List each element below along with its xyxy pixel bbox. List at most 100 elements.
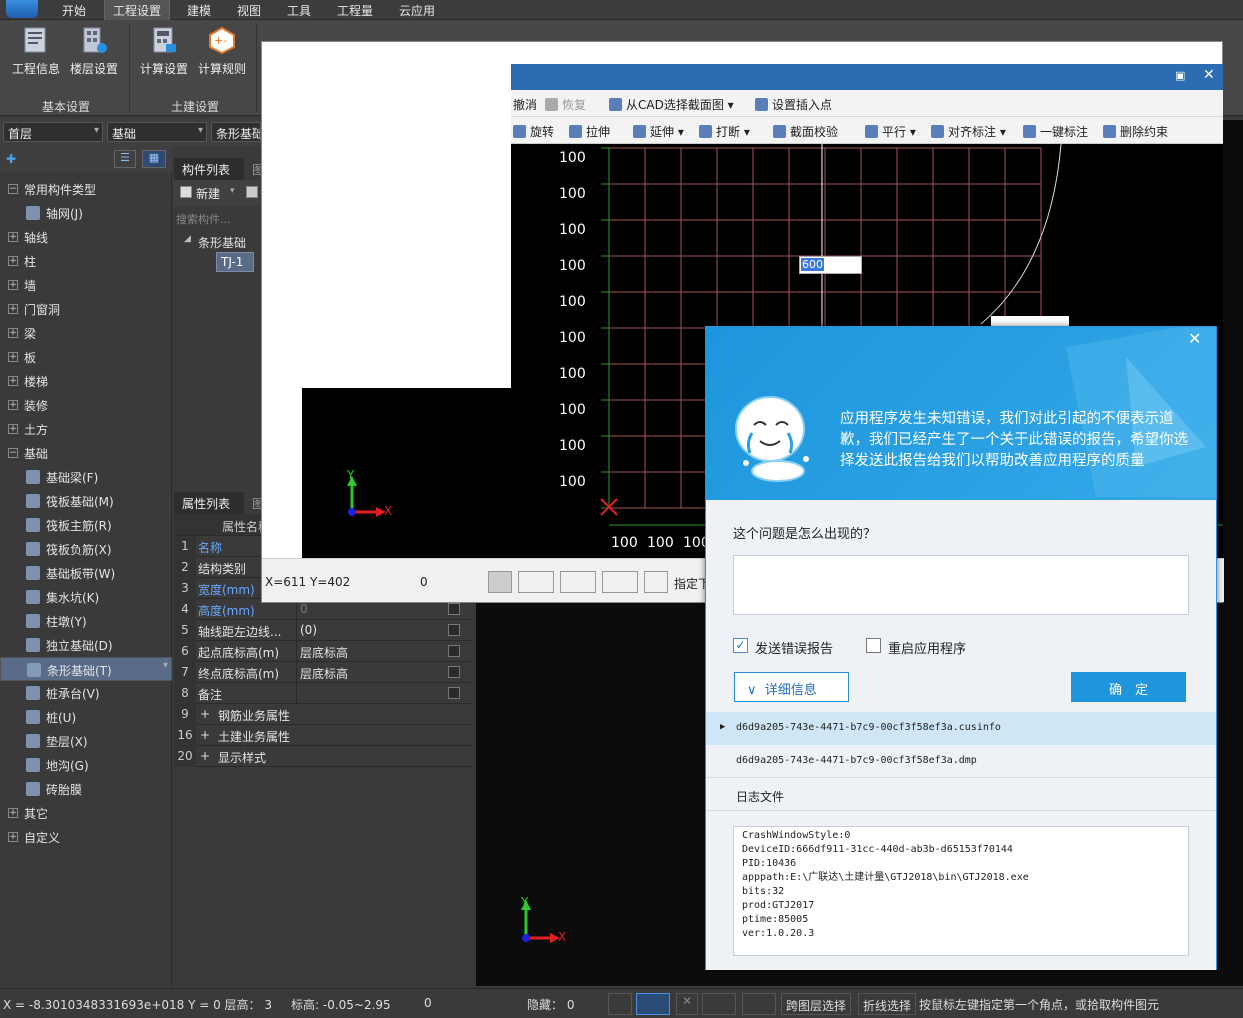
file-row-cusinfo[interactable]: ▶ d6d9a205-743e-4471-b7c9-00cf3f58ef3a.c… (706, 712, 1216, 745)
collapse-icon[interactable]: − (8, 184, 18, 194)
polyline-select-button[interactable]: 折线选择 (858, 993, 917, 1015)
tree-item[interactable]: 基础板带(W) (0, 561, 172, 585)
property-checkbox[interactable] (448, 645, 460, 657)
snap-icon[interactable] (636, 993, 670, 1015)
tree-item[interactable]: 桩(U) (0, 705, 172, 729)
property-checkbox[interactable] (448, 687, 460, 699)
menu-quantity[interactable]: 工程量 (337, 2, 373, 19)
ortho-toggle-icon[interactable] (488, 571, 512, 593)
tree-item[interactable]: − 基础 (0, 441, 172, 465)
tree-item[interactable]: + 装修 (0, 393, 172, 417)
offset-icon[interactable] (742, 993, 776, 1015)
tree-item[interactable]: 轴网(J) (0, 201, 172, 225)
app-logo-icon[interactable] (6, 0, 38, 18)
grid-view-icon[interactable]: ▦ (142, 150, 166, 168)
list-view-icon[interactable]: ☰ (114, 150, 136, 168)
calc-settings-button[interactable]: 计算设置 (136, 26, 192, 77)
property-row[interactable]: 8 备注 (174, 683, 472, 704)
ok-button[interactable]: 确 定 (1071, 672, 1186, 702)
select-cad-section-button[interactable]: 从CAD选择截面图 ▾ (609, 96, 734, 113)
expand-icon[interactable]: + (200, 707, 210, 721)
category-select[interactable]: 基础 (107, 122, 207, 142)
snap-toggle-icon[interactable] (518, 571, 554, 593)
cross-layer-select-button[interactable]: 跨图层选择 (781, 993, 852, 1015)
tree-item[interactable]: 条形基础(T) (0, 657, 172, 681)
expand-icon[interactable]: + (200, 749, 210, 763)
expand-icon[interactable]: + (200, 728, 210, 742)
property-list-tab[interactable]: 属性列表 (174, 492, 244, 514)
new-button[interactable]: 新建 (196, 185, 220, 202)
expand-icon[interactable]: + (8, 808, 18, 818)
tree-item[interactable]: + 楼梯 (0, 369, 172, 393)
project-info-button[interactable]: 工程信息 (8, 26, 64, 77)
tree-item[interactable]: + 土方 (0, 417, 172, 441)
restart-checkbox[interactable] (866, 638, 881, 653)
delete-icon[interactable] (246, 186, 258, 198)
property-checkbox[interactable] (448, 603, 460, 615)
property-value[interactable]: (0) (300, 623, 317, 637)
description-input[interactable] (733, 555, 1189, 615)
pin-icon[interactable]: ✚ (6, 152, 16, 166)
component-group[interactable]: 条形基础 (198, 234, 246, 251)
angle-icon[interactable] (702, 993, 736, 1015)
expand-icon[interactable]: + (8, 352, 18, 362)
floor-select[interactable]: 首层 (3, 122, 103, 142)
tree-item[interactable]: 地沟(G) (0, 753, 172, 777)
expand-icon[interactable]: + (8, 400, 18, 410)
stretch-button[interactable]: 拉伸 (569, 123, 610, 140)
close-icon[interactable]: ✕ (1203, 67, 1215, 83)
property-row[interactable]: 7 终点底标高(m) 层底标高 (174, 662, 472, 683)
tree-item[interactable]: 桩承台(V) (0, 681, 172, 705)
sub-select[interactable]: 条形基础 (211, 122, 261, 142)
tree-item[interactable]: + 墙 (0, 273, 172, 297)
new-dropdown-icon[interactable]: ▾ (230, 186, 235, 196)
property-row[interactable]: 20 + 显示样式 (174, 746, 472, 767)
property-checkbox[interactable] (448, 666, 460, 678)
expand-icon[interactable]: + (8, 424, 18, 434)
tree-item[interactable]: + 柱 (0, 249, 172, 273)
component-list-tab[interactable]: 构件列表 (174, 158, 244, 180)
rotate-button[interactable]: 旋转 (513, 123, 554, 140)
tree-item[interactable]: + 自定义 (0, 825, 172, 849)
expand-icon[interactable]: + (8, 376, 18, 386)
tree-item[interactable]: + 梁 (0, 321, 172, 345)
parallel-button[interactable]: 平行 ▾ (865, 123, 916, 140)
tree-item[interactable]: 柱墩(Y) (0, 609, 172, 633)
floor-settings-button[interactable]: 楼层设置 (66, 26, 122, 77)
align-dimension-button[interactable]: 对齐标注 ▾ (931, 123, 1006, 140)
send-report-checkbox[interactable]: ✓ (733, 638, 748, 653)
menu-cloud[interactable]: 云应用 (399, 2, 435, 19)
tree-item[interactable]: 筏板基础(M) (0, 489, 172, 513)
expand-icon[interactable]: + (8, 280, 18, 290)
section-check-button[interactable]: 截面校验 (773, 123, 838, 140)
extend-button[interactable]: 延伸 ▾ (633, 123, 684, 140)
property-row[interactable]: 6 起点底标高(m) 层底标高 (174, 641, 472, 662)
undo-button[interactable]: 撤消 (513, 96, 537, 113)
dimension-input[interactable]: 600 (799, 256, 862, 274)
tree-item[interactable]: 筏板主筋(R) (0, 513, 172, 537)
tree-item[interactable]: 筏板负筋(X) (0, 537, 172, 561)
expand-icon[interactable]: + (8, 304, 18, 314)
tree-item[interactable]: 基础梁(F) (0, 465, 172, 489)
expand-icon[interactable]: + (8, 232, 18, 242)
tree-item[interactable]: 砖胎膜 (0, 777, 172, 801)
delete-constraint-button[interactable]: 删除约束 (1103, 123, 1168, 140)
tree-item[interactable]: + 门窗洞 (0, 297, 172, 321)
property-row[interactable]: 16 + 土建业务属性 (174, 725, 472, 746)
property-value[interactable]: 层底标高 (300, 644, 348, 661)
property-row[interactable]: 5 轴线距左边线... (0) (174, 620, 472, 641)
property-value[interactable]: 0 (300, 602, 308, 616)
tree-item[interactable]: 独立基础(D) (0, 633, 172, 657)
log-content[interactable]: CrashWindowStyle:0 DeviceID:666df911-31cc… (733, 826, 1189, 956)
cross-icon[interactable]: ✕ (676, 993, 698, 1015)
expand-icon[interactable]: + (8, 256, 18, 266)
one-key-dimension-button[interactable]: 一键标注 (1023, 123, 1088, 140)
tree-root[interactable]: − 常用构件类型 (0, 177, 172, 201)
component-item-tj1[interactable]: TJ-1 (216, 252, 254, 272)
details-button[interactable]: ∨ 详细信息 (734, 672, 849, 702)
menu-project-settings[interactable]: 工程设置 (104, 0, 171, 20)
group-expand-icon[interactable]: ◢ (184, 234, 191, 244)
break-button[interactable]: 打断 ▾ (699, 123, 750, 140)
menu-modeling[interactable]: 建模 (187, 2, 211, 19)
capture-icon[interactable] (644, 571, 668, 593)
